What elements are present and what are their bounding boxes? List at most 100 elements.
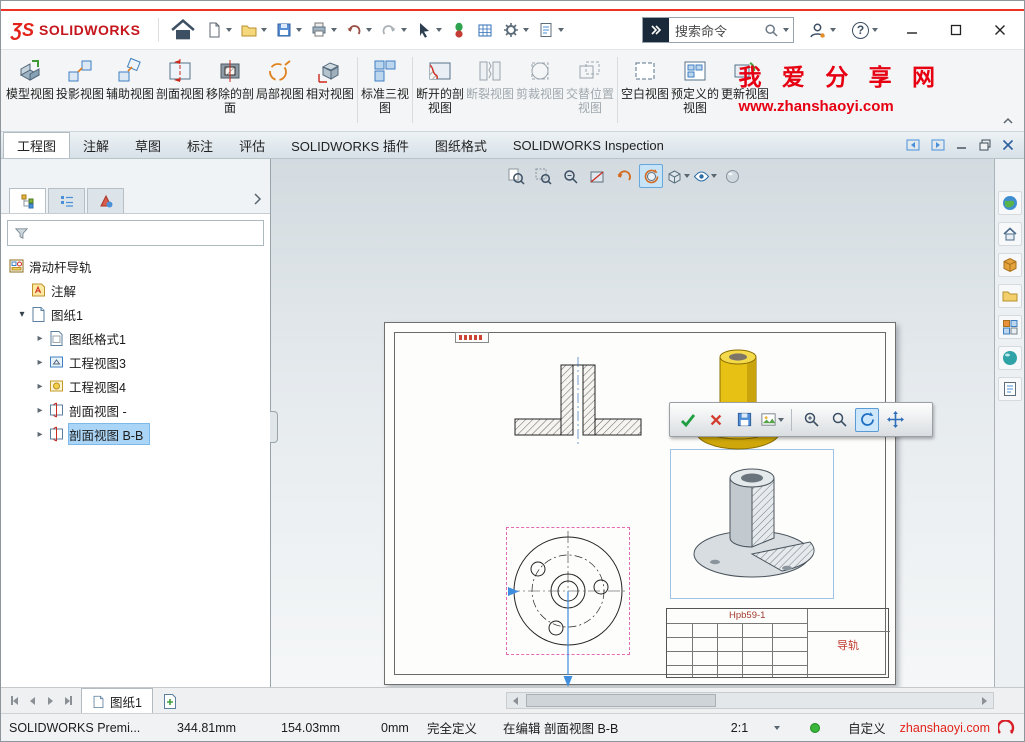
ribbon-alternate-position-view[interactable]: 交替位置视图 (565, 53, 615, 129)
tree-item-drawing-view4[interactable]: ▸ 工程视图4 (1, 374, 270, 398)
ribbon-section-view[interactable]: 剖面视图 (155, 53, 205, 129)
ribbon-empty-view[interactable]: 空白视图 (620, 53, 670, 129)
options-button[interactable] (498, 16, 533, 44)
zoom-in-button[interactable] (799, 408, 823, 432)
isometric-section-view[interactable] (670, 449, 834, 599)
collapsed-arrow-icon[interactable]: ▸ (33, 357, 47, 368)
save-view-button[interactable] (732, 408, 756, 432)
resources-button[interactable] (998, 191, 1022, 215)
appearances-button[interactable] (998, 346, 1022, 370)
select-button[interactable] (411, 16, 446, 44)
new-document-button[interactable] (201, 16, 236, 44)
pan-button[interactable] (883, 408, 907, 432)
graphics-area[interactable]: Hpb59-1 导轨 (271, 159, 994, 687)
design-library-button[interactable] (998, 253, 1022, 277)
tree-item-section-view-bb[interactable]: ▸ 剖面视图 B-B (1, 422, 270, 446)
collapsed-arrow-icon[interactable]: ▸ (33, 333, 47, 344)
first-sheet-button[interactable] (5, 691, 23, 711)
zoom-to-fit-button[interactable] (504, 164, 528, 188)
tree-item-annotations[interactable]: 注解 (1, 278, 270, 302)
help-button[interactable]: ? (848, 16, 882, 44)
drawing-sheet[interactable]: Hpb59-1 导轨 (384, 322, 896, 685)
ribbon-relative-view[interactable]: 相对视图 (305, 53, 355, 129)
document-properties-button[interactable] (533, 16, 568, 44)
rotate-view-button[interactable] (639, 164, 663, 188)
panel-splitter-handle[interactable] (270, 411, 278, 443)
redo-button[interactable] (376, 16, 411, 44)
zoom-in-out-button[interactable] (558, 164, 582, 188)
open-button[interactable] (236, 16, 271, 44)
save-button[interactable] (271, 16, 306, 44)
tab-property-manager[interactable] (48, 188, 85, 213)
scrollbar-thumb[interactable] (526, 694, 716, 707)
minimize-button[interactable] (898, 16, 926, 44)
ribbon-broken-out-section[interactable]: 断开的剖视图 (415, 53, 465, 129)
display-style-button[interactable] (666, 164, 690, 188)
dock-left-icon[interactable] (906, 139, 920, 151)
ribbon-detail-view[interactable]: 局部视图 (255, 53, 305, 129)
expanded-arrow-icon[interactable]: ▾ (15, 309, 29, 320)
scroll-left-button[interactable] (507, 693, 524, 708)
horizontal-scrollbar[interactable] (506, 692, 994, 709)
copy-image-button[interactable] (760, 408, 784, 432)
tab-sketch[interactable]: 草图 (122, 132, 174, 158)
zoom-button[interactable] (827, 408, 851, 432)
rebuild-button[interactable] (446, 16, 472, 44)
tree-item-sheet-format1[interactable]: ▸ 图纸格式1 (1, 326, 270, 350)
file-properties-button[interactable] (472, 16, 498, 44)
previous-view-button[interactable] (612, 164, 636, 188)
account-button[interactable] (804, 16, 840, 44)
tree-item-section-view-a[interactable]: ▸ 剖面视图 - (1, 398, 270, 422)
tree-root[interactable]: 滑动杆导轨 (1, 254, 270, 278)
cancel-button[interactable] (704, 408, 728, 432)
tab-inspection[interactable]: SOLIDWORKS Inspection (500, 132, 677, 158)
tab-sheet-format[interactable]: 图纸格式 (422, 132, 500, 158)
zoom-to-area-button[interactable] (531, 164, 555, 188)
ribbon-standard-3-view[interactable]: 标准三视图 (360, 53, 410, 129)
tab-evaluate[interactable]: 评估 (226, 132, 278, 158)
tab-feature-manager[interactable] (9, 188, 46, 213)
add-sheet-button[interactable] (157, 690, 183, 712)
status-scale[interactable]: 2:1 (731, 721, 748, 735)
ribbon-removed-section[interactable]: 移除的剖面 (205, 53, 255, 129)
tab-drawing[interactable]: 工程图 (3, 132, 70, 158)
custom-properties-button[interactable] (998, 377, 1022, 401)
status-custom[interactable]: 自定义 (848, 718, 886, 737)
tab-dimension[interactable]: 标注 (174, 132, 226, 158)
tree-filter-box[interactable] (7, 220, 264, 246)
last-sheet-button[interactable] (59, 691, 77, 711)
tree-item-sheet1[interactable]: ▾ 图纸1 (1, 302, 270, 326)
previous-sheet-button[interactable] (23, 691, 41, 711)
home-pane-button[interactable] (998, 222, 1022, 246)
confirm-button[interactable] (676, 408, 700, 432)
ribbon-update-view[interactable]: 更新视图 (720, 53, 770, 129)
ribbon-break-view[interactable]: 断裂视图 (465, 53, 515, 129)
ribbon-predefined-view[interactable]: 预定义的视图 (670, 53, 720, 129)
file-explorer-button[interactable] (998, 284, 1022, 308)
view-settings-button[interactable] (720, 164, 744, 188)
sheet-tab-active[interactable]: 图纸1 (81, 688, 153, 713)
ribbon-auxiliary-view[interactable]: 辅助视图 (105, 53, 155, 129)
tab-configuration-manager[interactable] (87, 188, 124, 213)
ribbon-crop-view[interactable]: 剪裁视图 (515, 53, 565, 129)
command-search-box[interactable]: 搜索命令 (642, 17, 794, 43)
print-button[interactable] (306, 16, 341, 44)
circular-view-selected[interactable] (506, 527, 630, 655)
ribbon-projected-view[interactable]: 投影视图 (55, 53, 105, 129)
undo-button[interactable] (341, 16, 376, 44)
scale-caret[interactable] (774, 726, 780, 730)
section-view-button[interactable] (585, 164, 609, 188)
ribbon-model-view[interactable]: 模型视图 (5, 53, 55, 129)
rotate-view-tool-button[interactable] (855, 408, 879, 432)
expand-panel-button[interactable] (253, 193, 262, 208)
tab-addins[interactable]: SOLIDWORKS 插件 (278, 132, 422, 158)
maximize-button[interactable] (942, 16, 970, 44)
collapse-ribbon-button[interactable] (1002, 114, 1014, 128)
tab-annotation[interactable]: 注解 (70, 132, 122, 158)
home-button[interactable] (165, 16, 201, 44)
scroll-right-button[interactable] (976, 693, 993, 708)
tree-item-drawing-view3[interactable]: ▸ 工程视图3 (1, 350, 270, 374)
minimize-doc-icon[interactable] (956, 139, 968, 151)
collapsed-arrow-icon[interactable]: ▸ (33, 405, 47, 416)
search-caret[interactable] (783, 28, 789, 32)
